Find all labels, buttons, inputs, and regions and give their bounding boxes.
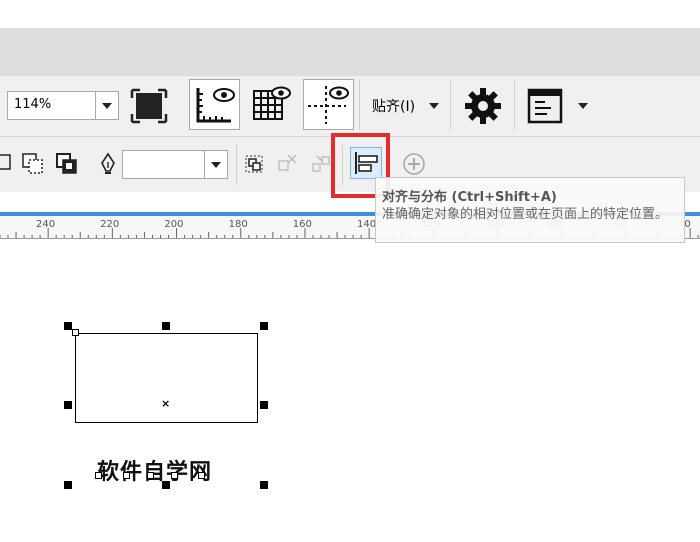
selection-handle[interactable] [260, 401, 268, 409]
zoom-combobox[interactable]: 114% [7, 91, 119, 120]
text-node[interactable] [95, 472, 102, 479]
align-front-icon [56, 153, 77, 174]
snap-to-label[interactable]: 贴齐(I) [372, 96, 415, 116]
selection-handle[interactable] [64, 322, 72, 330]
group-objects-icon [245, 155, 263, 173]
add-toolbar-item-button[interactable] [402, 151, 428, 177]
gear-icon [465, 88, 501, 124]
show-rulers-button[interactable] [189, 79, 240, 130]
order-partial-icon [0, 154, 11, 170]
snap-dropdown-icon[interactable] [429, 103, 439, 109]
text-node[interactable] [147, 472, 154, 479]
ungroup-all-button [309, 151, 333, 177]
text-object[interactable]: 软件自学网 [97, 454, 212, 486]
ruler-label: 140 [357, 219, 377, 230]
ruler-label: 160 [292, 219, 312, 230]
center-marker: × [161, 397, 171, 410]
ungroup-objects-icon [278, 154, 297, 171]
show-guidelines-button[interactable] [303, 79, 354, 130]
ungroup-button [276, 151, 300, 177]
chevron-down-icon [102, 103, 112, 109]
chevron-down-icon [211, 162, 221, 168]
ungroup-all-icon [312, 155, 330, 172]
guidelines-eye-icon [308, 86, 349, 124]
full-screen-button[interactable] [130, 88, 168, 124]
tooltip: 对齐与分布 (Ctrl+Shift+A) 准确确定对象的相对位置或在页面上的特定… [375, 177, 685, 243]
text-node[interactable] [198, 472, 205, 479]
full-screen-icon [130, 88, 168, 124]
ruler-label: 200 [164, 219, 184, 230]
ruler-label: 180 [228, 219, 248, 230]
selection-handle[interactable] [260, 481, 268, 489]
show-grid-button[interactable] [249, 79, 295, 130]
ruler-label: 240 [36, 219, 56, 230]
text-node[interactable] [123, 472, 130, 479]
grid-eye-icon [253, 86, 291, 120]
to-front-button[interactable] [54, 151, 80, 177]
tooltip-description: 准确确定对象的相对位置或在页面上的特定位置。 [382, 207, 669, 222]
align-back-icon [22, 153, 43, 174]
launcher-dropdown-icon[interactable] [578, 103, 588, 109]
selection-handle[interactable] [260, 322, 268, 330]
text-node[interactable] [171, 472, 178, 479]
selection-handle[interactable] [162, 322, 170, 330]
selection-handle[interactable] [64, 481, 72, 489]
application-launcher-button[interactable] [526, 87, 566, 125]
to-back-button[interactable] [20, 151, 46, 177]
selection-handle[interactable] [64, 401, 72, 409]
outline-pen-icon [101, 152, 115, 174]
title-area [0, 0, 700, 28]
zoom-dropdown-button[interactable] [95, 92, 118, 119]
outline-width-combobox[interactable] [122, 150, 228, 179]
add-icon [403, 153, 425, 175]
order-partial-button[interactable] [0, 151, 16, 177]
application-window-icon [527, 88, 563, 124]
ruler-label: 220 [100, 219, 120, 230]
menu-bar [0, 28, 700, 76]
zoom-value: 114% [14, 97, 52, 112]
tooltip-title: 对齐与分布 (Ctrl+Shift+A) [382, 190, 557, 205]
ruler-eye-icon [196, 88, 235, 123]
options-button[interactable] [462, 85, 504, 127]
group-button[interactable] [243, 151, 267, 177]
shape-node[interactable] [72, 329, 79, 336]
outline-width-dropdown-button[interactable] [204, 151, 227, 178]
outline-pen-button[interactable] [98, 151, 118, 177]
